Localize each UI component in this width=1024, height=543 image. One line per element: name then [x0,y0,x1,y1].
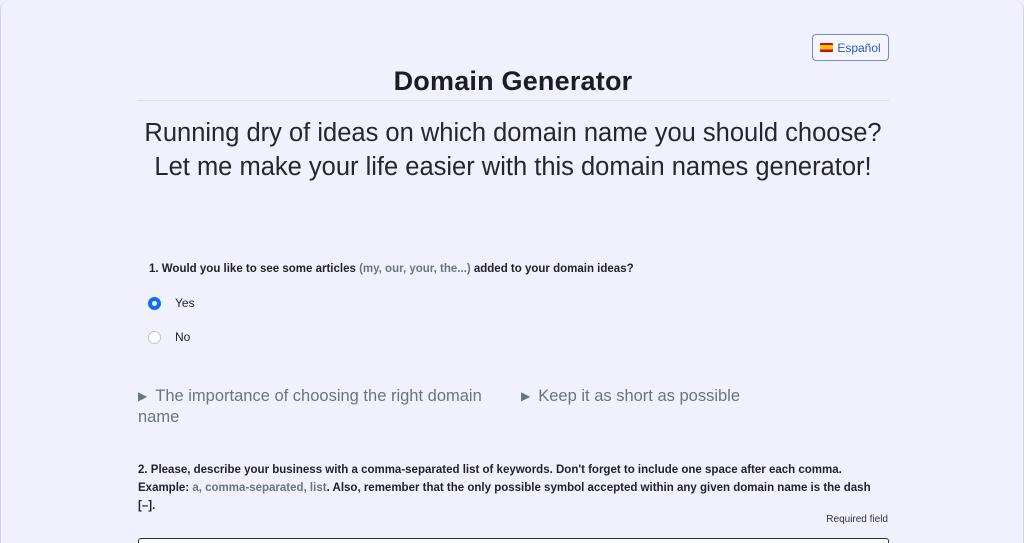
question-articles-prefix: 1. Would you like to see some articles [149,263,360,275]
spain-flag-icon [820,43,834,52]
question-articles-suffix: added to your domain ideas? [470,263,634,275]
question-articles-label: 1. Would you like to see some articles (… [149,263,634,275]
page-subtitle: Running dry of ideas on which domain nam… [144,119,882,181]
question-keywords-example-value: a, comma-separated, list [192,482,327,494]
radio-no-control[interactable] [148,330,161,344]
question-keywords-line1: 2. Please, describe your business with a… [138,464,842,476]
tip-domain-importance-label: The importance of choosing the right dom… [138,387,482,426]
tip-keep-short-label: Keep it as short as possible [538,387,741,405]
page-title: Domain Generator [393,66,633,96]
tip-domain-importance-toggle[interactable]: ▶ The importance of choosing the right do… [138,386,498,428]
question-keywords-example-suffix: . Also, remember that the only possible … [326,482,871,494]
triangle-right-icon: ▶ [521,389,531,403]
language-switch-button[interactable]: Español [812,34,889,61]
radio-option-yes[interactable]: Yes [148,296,195,310]
question-keywords-label: 2. Please, describe your business with a… [138,461,888,515]
triangle-right-icon: ▶ [138,389,148,403]
required-field-note: Required field [826,514,888,525]
title-divider [137,100,889,101]
language-button-label: Español [837,40,881,55]
question-keywords-end: . [152,500,156,512]
radio-yes-label: Yes [175,296,195,310]
keywords-input[interactable] [138,538,889,543]
radio-yes-control[interactable] [148,296,161,310]
radio-option-no[interactable]: No [148,330,190,344]
dash-symbol: [–] [138,500,153,512]
question-keywords-example-prefix: Example: [138,482,193,494]
radio-no-label: No [175,330,191,344]
tip-keep-short-toggle[interactable]: ▶ Keep it as short as possible [521,386,821,407]
page: Español Domain Generator Running dry of … [0,0,1024,543]
question-articles-examples: (my, our, your, the...) [359,263,471,275]
